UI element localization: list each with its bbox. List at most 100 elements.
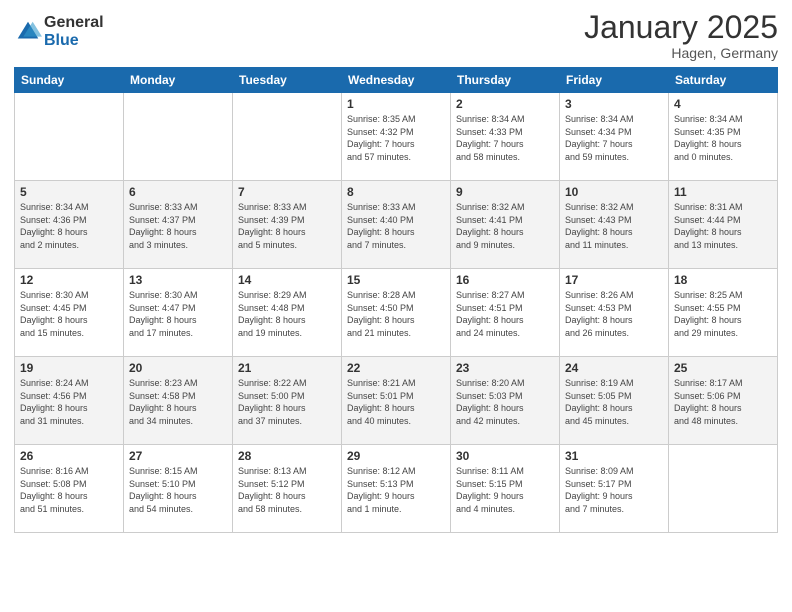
day-info: Daylight: 8 hours <box>20 314 118 327</box>
table-row: 17Sunrise: 8:26 AMSunset: 4:53 PMDayligh… <box>560 269 669 357</box>
day-info: Sunrise: 8:20 AM <box>456 377 554 390</box>
day-info: Daylight: 8 hours <box>238 402 336 415</box>
day-info: Sunset: 4:36 PM <box>20 214 118 227</box>
logo-icon <box>14 18 42 46</box>
table-row <box>124 93 233 181</box>
day-number: 26 <box>20 449 118 463</box>
day-info: Daylight: 8 hours <box>238 490 336 503</box>
day-number: 24 <box>565 361 663 375</box>
day-info: Sunset: 4:51 PM <box>456 302 554 315</box>
day-info: Sunrise: 8:30 AM <box>20 289 118 302</box>
day-info: Sunset: 4:48 PM <box>238 302 336 315</box>
day-info: Sunset: 4:33 PM <box>456 126 554 139</box>
day-number: 16 <box>456 273 554 287</box>
title-block: January 2025 Hagen, Germany <box>584 10 778 61</box>
day-info: Sunset: 4:50 PM <box>347 302 445 315</box>
day-info: Sunrise: 8:34 AM <box>20 201 118 214</box>
day-info: Sunset: 5:00 PM <box>238 390 336 403</box>
day-number: 20 <box>129 361 227 375</box>
day-info: Daylight: 8 hours <box>674 402 772 415</box>
table-row: 7Sunrise: 8:33 AMSunset: 4:39 PMDaylight… <box>233 181 342 269</box>
day-info: Sunrise: 8:24 AM <box>20 377 118 390</box>
day-info: and 3 minutes. <box>129 239 227 252</box>
table-row: 18Sunrise: 8:25 AMSunset: 4:55 PMDayligh… <box>669 269 778 357</box>
day-number: 17 <box>565 273 663 287</box>
day-info: Sunrise: 8:16 AM <box>20 465 118 478</box>
day-info: Daylight: 8 hours <box>129 226 227 239</box>
table-row <box>15 93 124 181</box>
day-info: Daylight: 9 hours <box>456 490 554 503</box>
day-info: Sunset: 5:10 PM <box>129 478 227 491</box>
day-number: 11 <box>674 185 772 199</box>
day-info: Sunset: 4:55 PM <box>674 302 772 315</box>
day-info: Sunrise: 8:28 AM <box>347 289 445 302</box>
table-row: 27Sunrise: 8:15 AMSunset: 5:10 PMDayligh… <box>124 445 233 533</box>
logo-blue: Blue <box>44 32 104 50</box>
day-info: and 29 minutes. <box>674 327 772 340</box>
day-info: and 11 minutes. <box>565 239 663 252</box>
day-info: Sunset: 5:17 PM <box>565 478 663 491</box>
logo-text: General Blue <box>44 14 104 49</box>
day-info: Daylight: 8 hours <box>674 138 772 151</box>
day-info: and 48 minutes. <box>674 415 772 428</box>
day-info: Daylight: 8 hours <box>674 314 772 327</box>
day-info: Sunset: 4:35 PM <box>674 126 772 139</box>
header: General Blue January 2025 Hagen, Germany <box>14 10 778 61</box>
day-info: Daylight: 8 hours <box>565 314 663 327</box>
day-info: Sunset: 4:43 PM <box>565 214 663 227</box>
day-info: Daylight: 8 hours <box>347 226 445 239</box>
logo: General Blue <box>14 14 104 49</box>
day-info: Sunrise: 8:11 AM <box>456 465 554 478</box>
day-info: Sunset: 4:44 PM <box>674 214 772 227</box>
day-info: and 59 minutes. <box>565 151 663 164</box>
table-row: 14Sunrise: 8:29 AMSunset: 4:48 PMDayligh… <box>233 269 342 357</box>
day-number: 5 <box>20 185 118 199</box>
calendar-page: General Blue January 2025 Hagen, Germany… <box>0 0 792 612</box>
day-info: Sunrise: 8:21 AM <box>347 377 445 390</box>
day-number: 23 <box>456 361 554 375</box>
calendar-row: 19Sunrise: 8:24 AMSunset: 4:56 PMDayligh… <box>15 357 778 445</box>
day-info: Sunset: 4:34 PM <box>565 126 663 139</box>
day-info: Sunset: 4:39 PM <box>238 214 336 227</box>
day-info: and 26 minutes. <box>565 327 663 340</box>
day-info: Daylight: 8 hours <box>20 490 118 503</box>
day-info: Sunrise: 8:33 AM <box>129 201 227 214</box>
table-row: 25Sunrise: 8:17 AMSunset: 5:06 PMDayligh… <box>669 357 778 445</box>
table-row: 19Sunrise: 8:24 AMSunset: 4:56 PMDayligh… <box>15 357 124 445</box>
table-row: 29Sunrise: 8:12 AMSunset: 5:13 PMDayligh… <box>342 445 451 533</box>
day-info: Sunrise: 8:25 AM <box>674 289 772 302</box>
col-thursday: Thursday <box>451 68 560 93</box>
table-row <box>233 93 342 181</box>
table-row: 9Sunrise: 8:32 AMSunset: 4:41 PMDaylight… <box>451 181 560 269</box>
table-row: 31Sunrise: 8:09 AMSunset: 5:17 PMDayligh… <box>560 445 669 533</box>
day-info: and 31 minutes. <box>20 415 118 428</box>
day-info: Daylight: 8 hours <box>129 314 227 327</box>
day-info: Sunrise: 8:22 AM <box>238 377 336 390</box>
day-info: and 2 minutes. <box>20 239 118 252</box>
day-info: and 34 minutes. <box>129 415 227 428</box>
day-info: and 37 minutes. <box>238 415 336 428</box>
day-number: 10 <box>565 185 663 199</box>
day-number: 15 <box>347 273 445 287</box>
day-number: 21 <box>238 361 336 375</box>
day-info: and 17 minutes. <box>129 327 227 340</box>
table-row: 5Sunrise: 8:34 AMSunset: 4:36 PMDaylight… <box>15 181 124 269</box>
day-info: and 58 minutes. <box>456 151 554 164</box>
day-info: Daylight: 8 hours <box>674 226 772 239</box>
day-info: Daylight: 8 hours <box>565 226 663 239</box>
day-info: Sunrise: 8:33 AM <box>238 201 336 214</box>
table-row: 4Sunrise: 8:34 AMSunset: 4:35 PMDaylight… <box>669 93 778 181</box>
day-info: and 54 minutes. <box>129 503 227 516</box>
day-info: and 51 minutes. <box>20 503 118 516</box>
day-info: Sunrise: 8:32 AM <box>565 201 663 214</box>
col-monday: Monday <box>124 68 233 93</box>
day-number: 13 <box>129 273 227 287</box>
day-info: Daylight: 8 hours <box>565 402 663 415</box>
day-info: Daylight: 7 hours <box>456 138 554 151</box>
day-info: Daylight: 8 hours <box>456 314 554 327</box>
calendar-table: Sunday Monday Tuesday Wednesday Thursday… <box>14 67 778 533</box>
day-info: Sunset: 4:40 PM <box>347 214 445 227</box>
location-title: Hagen, Germany <box>584 45 778 61</box>
day-info: Daylight: 8 hours <box>347 314 445 327</box>
day-info: Sunset: 4:47 PM <box>129 302 227 315</box>
